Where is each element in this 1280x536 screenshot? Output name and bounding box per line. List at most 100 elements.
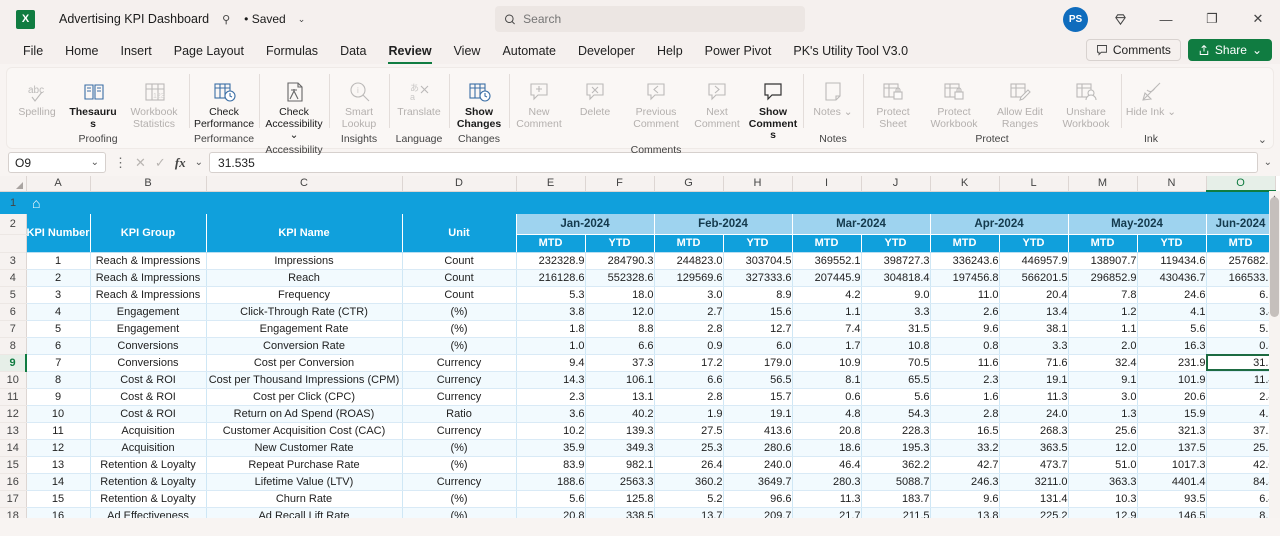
cell-L4[interactable]: 566201.5: [999, 269, 1069, 287]
cell-K14[interactable]: 33.2: [930, 439, 1000, 457]
cell-unit[interactable]: Count: [402, 252, 517, 270]
row-header-13[interactable]: 13: [0, 422, 27, 440]
cell-M13[interactable]: 25.6: [1068, 422, 1138, 440]
cell-J12[interactable]: 54.3: [861, 405, 931, 423]
cell-L11[interactable]: 11.3: [999, 388, 1069, 406]
row-header-8[interactable]: 8: [0, 337, 27, 355]
row-header-7[interactable]: 7: [0, 320, 27, 338]
cell-F16[interactable]: 2563.3: [585, 473, 655, 491]
cell-kpi-number[interactable]: 2: [26, 269, 91, 287]
formula-bar-expand-chevron-down-icon[interactable]: ⌄: [1264, 157, 1272, 168]
row-header-11[interactable]: 11: [0, 388, 27, 406]
cell-K15[interactable]: 42.7: [930, 456, 1000, 474]
select-all-corner[interactable]: [0, 176, 27, 192]
cell-kpi-number[interactable]: 15: [26, 490, 91, 508]
cell-kpi-group[interactable]: Reach & Impressions: [90, 286, 207, 304]
save-status-chevron-down-icon[interactable]: ⌄: [298, 14, 306, 25]
column-header-I[interactable]: I: [792, 176, 862, 192]
cell-I4[interactable]: 207445.9: [792, 269, 862, 287]
row-header-14[interactable]: 14: [0, 439, 27, 457]
cell-unit[interactable]: (%): [402, 320, 517, 338]
search-box[interactable]: [495, 6, 805, 32]
cell-kpi-number[interactable]: 11: [26, 422, 91, 440]
cell-N7[interactable]: 5.6: [1137, 320, 1207, 338]
cell-unit[interactable]: Currency: [402, 473, 517, 491]
row-header-16[interactable]: 16: [0, 473, 27, 491]
cell-N12[interactable]: 15.9: [1137, 405, 1207, 423]
cell-O18[interactable]: 8.1: [1206, 507, 1276, 518]
cell-J15[interactable]: 362.2: [861, 456, 931, 474]
pin-icon[interactable]: ⚲: [222, 13, 230, 26]
cell-H16[interactable]: 3649.7: [723, 473, 793, 491]
cell-unit[interactable]: Count: [402, 269, 517, 287]
cell-E7[interactable]: 1.8: [516, 320, 586, 338]
cell-G5[interactable]: 3.0: [654, 286, 724, 304]
cell-I14[interactable]: 18.6: [792, 439, 862, 457]
thesaurus-button[interactable]: Thesaurus: [65, 73, 121, 132]
cell-kpi-name[interactable]: Conversion Rate: [206, 337, 403, 355]
cell-I5[interactable]: 4.2: [792, 286, 862, 304]
cell-K13[interactable]: 16.5: [930, 422, 1000, 440]
cell-O16[interactable]: 84.8: [1206, 473, 1276, 491]
cell-kpi-number[interactable]: 8: [26, 371, 91, 389]
cell-E11[interactable]: 2.3: [516, 388, 586, 406]
cell-kpi-name[interactable]: Frequency: [206, 286, 403, 304]
check-accessibility-button[interactable]: Check Accessibility ⌄: [261, 73, 327, 144]
cell-F14[interactable]: 349.3: [585, 439, 655, 457]
cancel-edit-icon[interactable]: ✕: [135, 155, 146, 171]
cell-E3[interactable]: 232328.9: [516, 252, 586, 270]
row-header-10[interactable]: 10: [0, 371, 27, 389]
cell-G15[interactable]: 26.4: [654, 456, 724, 474]
cell-kpi-name[interactable]: Engagement Rate: [206, 320, 403, 338]
cell-I6[interactable]: 1.1: [792, 303, 862, 321]
cell-H12[interactable]: 19.1: [723, 405, 793, 423]
cell-I12[interactable]: 4.8: [792, 405, 862, 423]
cell-kpi-number[interactable]: 3: [26, 286, 91, 304]
cell-G3[interactable]: 244823.0: [654, 252, 724, 270]
cell-kpi-group[interactable]: Retention & Loyalty: [90, 490, 207, 508]
cell-kpi-number[interactable]: 12: [26, 439, 91, 457]
cell-kpi-name[interactable]: Cost per Conversion: [206, 354, 403, 372]
cell-kpi-group[interactable]: Ad Effectiveness: [90, 507, 207, 518]
cell-H8[interactable]: 6.0: [723, 337, 793, 355]
cell-M8[interactable]: 2.0: [1068, 337, 1138, 355]
cell-F7[interactable]: 8.8: [585, 320, 655, 338]
minimize-button[interactable]: —: [1144, 0, 1188, 38]
cell-M3[interactable]: 138907.7: [1068, 252, 1138, 270]
cell-G9[interactable]: 17.2: [654, 354, 724, 372]
tab-file[interactable]: File: [12, 41, 54, 61]
cell-unit[interactable]: (%): [402, 507, 517, 518]
cell-N11[interactable]: 20.6: [1137, 388, 1207, 406]
cell-M16[interactable]: 363.3: [1068, 473, 1138, 491]
formula-bar-more-icon[interactable]: ⋮: [112, 155, 129, 171]
cell-N3[interactable]: 119434.6: [1137, 252, 1207, 270]
column-header-A[interactable]: A: [26, 176, 91, 192]
avatar[interactable]: PS: [1063, 6, 1088, 32]
name-box[interactable]: O9 ⌄: [8, 152, 106, 173]
cell-O5[interactable]: 6.6: [1206, 286, 1276, 304]
cell-J16[interactable]: 5088.7: [861, 473, 931, 491]
document-title[interactable]: Advertising KPI Dashboard: [59, 12, 209, 26]
cell-O8[interactable]: 0.8: [1206, 337, 1276, 355]
cell-K18[interactable]: 13.8: [930, 507, 1000, 518]
cell-I17[interactable]: 11.3: [792, 490, 862, 508]
cell-F13[interactable]: 139.3: [585, 422, 655, 440]
row-header-4[interactable]: 4: [0, 269, 27, 287]
cell-kpi-group[interactable]: Cost & ROI: [90, 388, 207, 406]
cell-kpi-group[interactable]: Reach & Impressions: [90, 252, 207, 270]
cell-O12[interactable]: 4.5: [1206, 405, 1276, 423]
cell-G12[interactable]: 1.9: [654, 405, 724, 423]
cell-J11[interactable]: 5.6: [861, 388, 931, 406]
cell-N14[interactable]: 137.5: [1137, 439, 1207, 457]
cell-I11[interactable]: 0.6: [792, 388, 862, 406]
cell-M14[interactable]: 12.0: [1068, 439, 1138, 457]
close-button[interactable]: ✕: [1236, 0, 1280, 38]
cell-E5[interactable]: 5.3: [516, 286, 586, 304]
cell-kpi-name[interactable]: Lifetime Value (LTV): [206, 473, 403, 491]
cell-E10[interactable]: 14.3: [516, 371, 586, 389]
cell-kpi-name[interactable]: Repeat Purchase Rate: [206, 456, 403, 474]
cell-G14[interactable]: 25.3: [654, 439, 724, 457]
cell-J14[interactable]: 195.3: [861, 439, 931, 457]
cell-unit[interactable]: (%): [402, 303, 517, 321]
cell-kpi-group[interactable]: Engagement: [90, 303, 207, 321]
